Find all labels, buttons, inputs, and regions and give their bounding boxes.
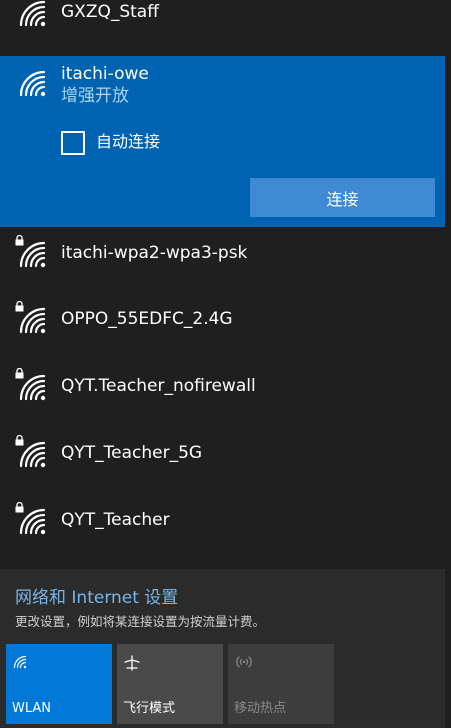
wifi-icon xyxy=(19,241,46,268)
network-item-oppo[interactable]: OPPO_55EDFC_2.4G xyxy=(0,293,445,350)
network-name: OPPO_55EDFC_2.4G xyxy=(61,309,233,329)
network-flyout: GXZQ_Staff itachi-owe 增强开放 自动连接 连接 itach… xyxy=(0,0,451,728)
tile-label: WLAN xyxy=(12,701,52,716)
network-item-itachi-owe[interactable]: itachi-owe 增强开放 自动连接 连接 xyxy=(0,56,445,227)
hotspot-icon xyxy=(236,656,252,668)
network-item-qyt-teacher[interactable]: QYT_Teacher xyxy=(0,494,445,551)
tile-label: 飞行模式 xyxy=(123,701,176,716)
wifi-icon xyxy=(19,508,46,535)
wifi-icon xyxy=(19,374,46,401)
network-item-qyt-teacher-5g[interactable]: QYT_Teacher_5G xyxy=(0,427,445,484)
airplane-icon xyxy=(124,655,140,671)
airplane-mode-tile[interactable]: 飞行模式 xyxy=(117,644,223,724)
wifi-icon xyxy=(19,0,46,27)
network-item-itachi-wpa2-wpa3-psk[interactable]: itachi-wpa2-wpa3-psk xyxy=(0,227,445,284)
network-name: QYT_Teacher_5G xyxy=(61,443,203,463)
network-item-qyt-teacher-nofirewall[interactable]: QYT.Teacher_nofirewall xyxy=(0,360,445,417)
wifi-icon xyxy=(19,441,46,468)
network-name: GXZQ_Staff xyxy=(61,2,159,22)
network-settings-area: 网络和 Internet 设置 更改设置，例如将某连接设置为按流量计费。 WLA… xyxy=(0,569,445,728)
connect-button[interactable]: 连接 xyxy=(250,178,435,217)
network-name: QYT_Teacher xyxy=(61,510,170,530)
scrollbar[interactable] xyxy=(445,0,451,728)
network-settings-link[interactable]: 网络和 Internet 设置 xyxy=(15,583,178,608)
auto-connect-label: 自动连接 xyxy=(96,132,161,151)
network-settings-description: 更改设置，例如将某连接设置为按流量计费。 xyxy=(15,614,266,629)
wifi-icon xyxy=(19,307,46,334)
network-item-gxzq-staff[interactable]: GXZQ_Staff xyxy=(0,0,445,48)
network-name: itachi-wpa2-wpa3-psk xyxy=(61,243,248,263)
tile-label: 移动热点 xyxy=(234,701,287,716)
network-name: itachi-owe xyxy=(61,64,149,84)
wlan-toggle-tile[interactable]: WLAN xyxy=(6,644,112,724)
wifi-icon xyxy=(19,70,46,97)
auto-connect-checkbox[interactable] xyxy=(61,131,85,155)
network-name: QYT.Teacher_nofirewall xyxy=(61,376,256,396)
mobile-hotspot-tile[interactable]: 移动热点 xyxy=(228,644,334,724)
network-security-status: 增强开放 xyxy=(61,86,129,106)
wifi-icon xyxy=(13,655,27,669)
